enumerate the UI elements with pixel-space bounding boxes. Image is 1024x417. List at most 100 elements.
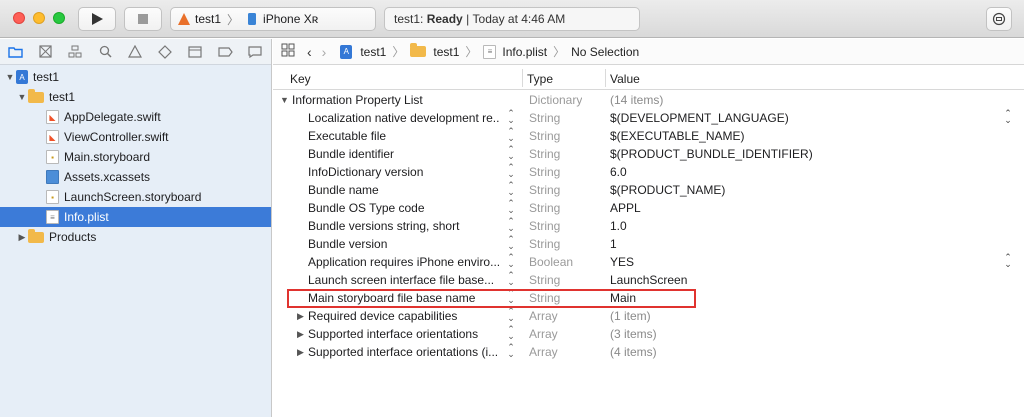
zoom-window-button[interactable] (53, 12, 65, 24)
plist-key[interactable]: Bundle name (308, 183, 500, 197)
plist-row[interactable]: Bundle OS Type code ⌃ ⌄ String APPL (273, 199, 1024, 217)
plist-row[interactable]: Bundle identifier ⌃ ⌄ String $(PRODUCT_BUNDL… (273, 145, 1024, 163)
plist-type[interactable]: String (529, 165, 560, 179)
stop-button[interactable] (124, 7, 162, 31)
breakpoint-icon[interactable] (214, 42, 236, 62)
source-control-icon[interactable] (34, 42, 56, 62)
plist-key[interactable]: Bundle OS Type code (308, 201, 500, 215)
column-header-value[interactable]: Value (610, 72, 640, 86)
report-icon[interactable] (244, 42, 266, 62)
key-stepper-icon[interactable]: ⌃ ⌄ (506, 253, 516, 269)
plist-value[interactable]: 1.0 (610, 219, 627, 233)
plist-type[interactable]: Array (529, 345, 558, 359)
plist-value[interactable]: (1 item) (610, 309, 651, 323)
plist-type[interactable]: String (529, 237, 560, 251)
key-stepper-icon[interactable]: ⌃ ⌄ (506, 325, 516, 341)
plist-type[interactable]: String (529, 201, 560, 215)
disclosure-expanded-icon[interactable]: ▼ (280, 95, 289, 105)
folder-icon[interactable] (4, 42, 26, 62)
tree-item-group-test1[interactable]: ▼ test1 (0, 87, 271, 107)
plist-row[interactable]: ▶ Supported interface orientations (i... ⌃… (273, 343, 1024, 361)
plist-row[interactable]: ▶ Required device capabilities ⌃ ⌄ Array (1 i… (273, 307, 1024, 325)
plist-row[interactable]: ▶ Supported interface orientations ⌃ ⌄ Array… (273, 325, 1024, 343)
plist-row[interactable]: InfoDictionary version ⌃ ⌄ String 6.0 (273, 163, 1024, 181)
plist-type[interactable]: Array (529, 309, 558, 323)
tree-item-main-storyboard[interactable]: ▪ Main.storyboard (0, 147, 271, 167)
plist-key[interactable]: Supported interface orientations (308, 327, 500, 341)
disclosure-expanded-icon[interactable]: ▼ (16, 92, 28, 102)
plist-type[interactable]: Array (529, 327, 558, 341)
key-stepper-icon[interactable]: ⌃ ⌄ (506, 145, 516, 161)
plist-key[interactable]: InfoDictionary version (308, 165, 500, 179)
warning-icon[interactable] (124, 42, 146, 62)
disclosure-collapsed-icon[interactable]: ▶ (297, 329, 304, 340)
plist-key[interactable]: Required device capabilities (308, 309, 500, 323)
tree-item-viewcontroller[interactable]: ◣ ViewController.swift (0, 127, 271, 147)
plist-value[interactable]: (4 items) (610, 345, 657, 359)
disclosure-expanded-icon[interactable]: ▼ (4, 72, 16, 82)
run-button[interactable] (78, 7, 116, 31)
plist-key[interactable]: Bundle versions string, short (308, 219, 500, 233)
value-popup-icon[interactable]: ⌃ ⌄ (1003, 253, 1013, 269)
tree-item-project[interactable]: ▼ A test1 (0, 67, 271, 87)
tree-item-info-plist[interactable]: ≡ Info.plist (0, 207, 271, 227)
plist-value[interactable]: $(PRODUCT_NAME) (610, 183, 725, 197)
hierarchy-icon[interactable] (64, 42, 86, 62)
scheme-selector[interactable]: test1 〉 iPhone Xʀ (170, 7, 376, 31)
plist-value[interactable]: (3 items) (610, 327, 657, 341)
plist-key[interactable]: Localization native development re... (308, 111, 500, 125)
key-stepper-icon[interactable]: ⌃ ⌄ (506, 181, 516, 197)
plist-row[interactable]: Bundle versions string, short ⌃ ⌄ String 1.0 (273, 217, 1024, 235)
plist-key[interactable]: Information Property List (292, 93, 522, 107)
debug-icon[interactable] (184, 42, 206, 62)
key-stepper-icon[interactable]: ⌃ ⌄ (506, 109, 516, 125)
plist-value[interactable]: $(PRODUCT_BUNDLE_IDENTIFIER) (610, 147, 813, 161)
tree-item-launchscreen[interactable]: ▪ LaunchScreen.storyboard (0, 187, 271, 207)
close-window-button[interactable] (13, 12, 25, 24)
plist-key[interactable]: Bundle version (308, 237, 500, 251)
plist-value[interactable]: $(EXECUTABLE_NAME) (610, 129, 744, 143)
plist-value[interactable]: (14 items) (610, 93, 663, 107)
plist-type[interactable]: String (529, 183, 560, 197)
breadcrumb-selection[interactable]: No Selection (571, 45, 639, 59)
disclosure-collapsed-icon[interactable]: ▶ (16, 232, 28, 243)
back-arrow-icon[interactable]: ‹ (307, 44, 312, 60)
plist-row[interactable]: ▼ Information Property List Dictionary (14 … (273, 91, 1024, 109)
search-icon[interactable] (94, 42, 116, 62)
plist-value[interactable]: APPL (610, 201, 641, 215)
plist-row[interactable]: Launch screen interface file base... ⌃ ⌄ St… (273, 271, 1024, 289)
plist-row[interactable]: Application requires iPhone enviro... ⌃ ⌄ B… (273, 253, 1024, 271)
plist-row[interactable]: Bundle version ⌃ ⌄ String 1 (273, 235, 1024, 253)
plist-key[interactable]: Bundle identifier (308, 147, 500, 161)
key-stepper-icon[interactable]: ⌃ ⌄ (506, 163, 516, 179)
tree-item-appdelegate[interactable]: ◣ AppDelegate.swift (0, 107, 271, 127)
value-popup-icon[interactable]: ⌃ ⌄ (1003, 109, 1013, 125)
plist-type[interactable]: Dictionary (529, 93, 582, 107)
column-header-key[interactable]: Key (290, 72, 311, 86)
plist-value[interactable]: LaunchScreen (610, 273, 687, 287)
plist-type[interactable]: String (529, 111, 560, 125)
column-header-type[interactable]: Type (527, 72, 553, 86)
library-button[interactable] (986, 7, 1012, 31)
forward-arrow-icon[interactable]: › (322, 44, 327, 60)
plist-value[interactable]: $(DEVELOPMENT_LANGUAGE) (610, 111, 789, 125)
plist-key[interactable]: Supported interface orientations (i... (308, 345, 500, 359)
key-stepper-icon[interactable]: ⌃ ⌄ (506, 199, 516, 215)
key-stepper-icon[interactable]: ⌃ ⌄ (506, 343, 516, 359)
plist-value[interactable]: 1 (610, 237, 617, 251)
test-diamond-icon[interactable] (154, 42, 176, 62)
plist-value[interactable]: 6.0 (610, 165, 627, 179)
plist-type[interactable]: String (529, 273, 560, 287)
plist-key[interactable]: Executable file (308, 129, 500, 143)
related-items-icon[interactable] (281, 43, 295, 60)
key-stepper-icon[interactable]: ⌃ ⌄ (506, 235, 516, 251)
disclosure-collapsed-icon[interactable]: ▶ (297, 311, 304, 322)
tree-item-products[interactable]: ▶ Products (0, 227, 271, 247)
key-stepper-icon[interactable]: ⌃ ⌄ (506, 127, 516, 143)
plist-key[interactable]: Application requires iPhone enviro... (308, 255, 500, 269)
plist-type[interactable]: String (529, 147, 560, 161)
minimize-window-button[interactable] (33, 12, 45, 24)
plist-row[interactable]: Executable file ⌃ ⌄ String $(EXECUTABLE_NAME… (273, 127, 1024, 145)
key-stepper-icon[interactable]: ⌃ ⌄ (506, 307, 516, 323)
plist-type[interactable]: Boolean (529, 255, 573, 269)
